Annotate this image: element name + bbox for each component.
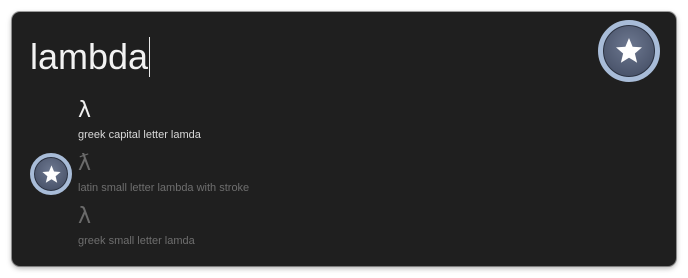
launcher-panel: lambda λ greek capital letter lamda ƛ la… <box>12 12 676 266</box>
star-glyph <box>41 164 61 183</box>
result-description: greek small letter lamda <box>78 235 195 247</box>
result-description: latin small letter lambda with stroke <box>78 182 250 194</box>
star-icon <box>598 20 660 82</box>
result-item[interactable]: ƛ latin small letter lambda with stroke <box>78 147 638 200</box>
search-query-text: lambda <box>30 36 149 77</box>
star-icon <box>30 153 72 195</box>
results-list: λ greek capital letter lamda ƛ latin sma… <box>78 94 638 253</box>
result-item[interactable]: λ greek small letter lamda <box>78 200 638 253</box>
result-description: greek capital letter lamda <box>78 129 201 141</box>
star-glyph <box>616 38 642 63</box>
screen: lambda λ greek capital letter lamda ƛ la… <box>0 0 688 278</box>
result-glyph: ƛ <box>78 151 92 176</box>
result-glyph: λ <box>78 98 92 123</box>
result-item[interactable]: λ greek capital letter lamda <box>78 94 638 147</box>
text-caret <box>149 37 151 77</box>
result-glyph: λ <box>78 204 92 229</box>
search-input[interactable]: lambda <box>30 34 151 80</box>
